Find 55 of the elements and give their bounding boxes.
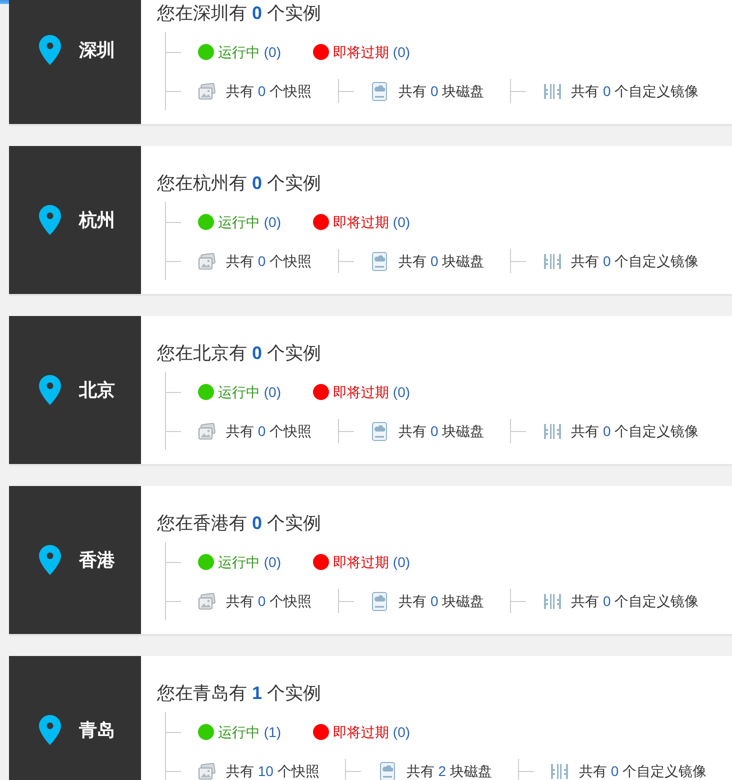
status-count: 即将过期 (0) [333,723,410,741]
status-count: 运行中 (0) [218,43,282,61]
instance-summary: 您在北京有 0 个实例 [157,344,322,363]
resource-count: 共有 0 个自定义镜像 [571,82,699,100]
resource-count: 共有 0 块磁盘 [398,422,484,440]
photos-icon [198,592,216,610]
status-count: 即将过期 (0) [333,213,410,231]
status-count: 运行中 (0) [218,383,282,401]
photos-icon [198,82,216,100]
map-pin-icon [39,375,61,405]
map-pin-icon [39,545,61,575]
resource-count: 共有 0 个快照 [226,592,312,610]
resource-count: 共有 0 个自定义镜像 [571,422,699,440]
instance-summary: 您在青岛有 1 个实例 [157,684,322,703]
map-pin-icon [39,205,61,235]
photos-icon [198,762,216,780]
instance-summary: 您在深圳有 0 个实例 [157,4,322,23]
status-count: 运行中 (1) [218,723,282,741]
city-name: 深圳 [79,39,115,61]
resource-count: 共有 0 个自定义镜像 [571,592,699,610]
columns-icon [551,762,568,780]
resource-count: 共有 0 个快照 [226,252,312,270]
columns-icon [544,252,561,270]
status-count: 运行中 (0) [218,213,282,231]
instance-summary: 您在杭州有 0 个实例 [157,174,322,193]
photos-icon [198,422,216,440]
resource-count: 共有 10 个快照 [226,762,320,780]
status-count: 即将过期 (0) [333,553,410,571]
resource-count: 共有 0 块磁盘 [398,82,484,100]
resource-count: 共有 0 个自定义镜像 [578,762,707,780]
drive-icon [372,252,388,270]
resource-count: 共有 0 个快照 [226,422,312,440]
status-count: 即将过期 (0) [333,43,410,61]
columns-icon [544,422,561,440]
drive-icon [372,422,388,440]
map-pin-icon [39,715,61,745]
status-count: 运行中 (0) [218,553,282,571]
resource-count: 共有 0 个自定义镜像 [571,252,699,270]
columns-icon [544,592,561,610]
resource-count: 共有 0 个快照 [226,82,312,100]
status-count: 即将过期 (0) [333,383,410,401]
city-name: 香港 [79,549,115,571]
drive-icon [380,762,395,780]
city-name: 杭州 [79,209,115,231]
city-name: 青岛 [79,719,115,741]
resource-count: 共有 0 块磁盘 [398,252,484,270]
city-name: 北京 [79,379,115,401]
drive-icon [372,592,388,610]
map-pin-icon [39,35,61,65]
resource-count: 共有 0 块磁盘 [398,592,484,610]
columns-icon [544,82,561,100]
instance-summary: 您在香港有 0 个实例 [157,514,322,533]
photos-icon [198,252,216,270]
resource-count: 共有 2 块磁盘 [406,762,492,780]
drive-icon [372,82,388,100]
